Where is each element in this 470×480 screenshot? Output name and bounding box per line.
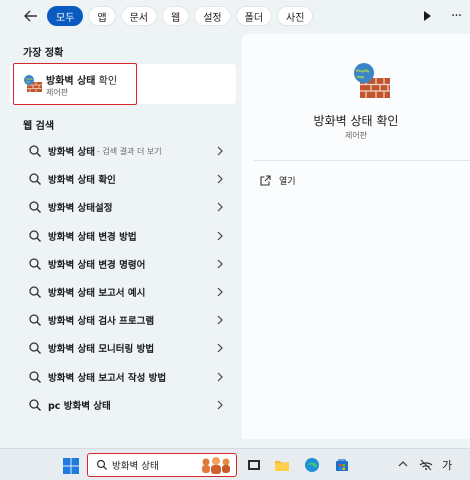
play-icon[interactable] xyxy=(420,9,434,23)
open-external-icon xyxy=(260,175,271,186)
tab-settings[interactable]: 설정 xyxy=(194,6,231,26)
chevron-right-icon xyxy=(217,146,223,156)
chevron-right-icon xyxy=(217,259,223,269)
search-icon xyxy=(29,286,41,299)
chevron-right-icon xyxy=(217,372,223,381)
back-arrow-icon[interactable] xyxy=(20,6,42,26)
chevron-right-icon xyxy=(217,315,223,325)
chevron-right-icon xyxy=(217,400,223,410)
windows-start-icon[interactable] xyxy=(62,457,80,475)
search-highlight-art xyxy=(202,457,230,474)
filter-bar: 모두 앱 문서 웹 설정 폴더 사진 ··· xyxy=(0,0,470,34)
search-icon xyxy=(29,201,41,214)
tab-folders[interactable]: 폴더 xyxy=(235,6,273,26)
divider xyxy=(254,160,470,161)
detail-title: 방화벽 상태 확인 xyxy=(313,114,399,128)
chevron-right-icon xyxy=(217,202,223,212)
chevron-right-icon xyxy=(217,174,223,184)
taskbar-search-box[interactable] xyxy=(87,453,237,477)
task-view-icon[interactable] xyxy=(246,457,262,473)
start-search-panel: 모두 앱 문서 웹 설정 폴더 사진 ··· 가장 정확 방화벽 상태 확인 제… xyxy=(0,0,470,448)
tab-web[interactable]: 웹 xyxy=(162,6,190,26)
network-icon[interactable] xyxy=(418,457,434,473)
chevron-right-icon xyxy=(217,287,223,297)
ime-indicator[interactable]: 가 xyxy=(442,457,452,473)
firewall-icon xyxy=(24,75,42,92)
more-options-icon[interactable]: ··· xyxy=(446,6,466,26)
chevron-right-icon xyxy=(217,343,223,353)
tab-apps[interactable]: 앱 xyxy=(88,6,116,26)
search-icon xyxy=(96,459,108,471)
list-item[interactable]: 방화벽 상태 보고서 예시 xyxy=(14,278,236,306)
list-item[interactable]: 방화벽 상태설정 xyxy=(14,193,236,221)
web-search-results: 방화벽 상태 - 검색 결과 더 보기 방화벽 상태 확인 방화벽 상태설정 방… xyxy=(14,137,236,419)
search-icon xyxy=(29,370,41,383)
search-input[interactable] xyxy=(112,457,202,473)
filter-tabs: 모두 앱 문서 웹 설정 폴더 사진 xyxy=(47,6,314,26)
edge-browser-icon[interactable] xyxy=(304,457,320,473)
list-item[interactable]: 방화벽 상태 모니터링 방법 xyxy=(14,334,236,362)
detail-subtitle: 제어판 xyxy=(344,131,368,140)
firewall-icon xyxy=(354,63,390,98)
list-item[interactable]: 방화벽 상태 변경 명령어 xyxy=(14,250,236,278)
search-icon xyxy=(29,314,41,327)
tab-photos[interactable]: 사진 xyxy=(277,6,314,26)
search-icon xyxy=(29,342,41,355)
search-icon xyxy=(29,399,41,411)
list-item[interactable]: 방화벽 상태 검사 프로그램 xyxy=(14,306,236,334)
file-explorer-icon[interactable] xyxy=(274,457,290,473)
list-item[interactable]: 방화벽 상태 보고서 작성 방법 xyxy=(14,363,236,391)
web-search-heading: 웹 검색 xyxy=(23,121,55,132)
open-action[interactable]: 열기 xyxy=(260,174,296,187)
best-match-subtitle: 제어판 xyxy=(46,88,69,97)
open-label: 열기 xyxy=(279,177,296,187)
chevron-right-icon xyxy=(217,231,223,240)
list-item[interactable]: pc 방화벽 상태 xyxy=(14,391,236,419)
tab-all[interactable]: 모두 xyxy=(47,6,84,26)
tab-documents[interactable]: 문서 xyxy=(120,6,158,26)
chevron-up-icon[interactable] xyxy=(398,459,408,469)
list-item[interactable]: 방화벽 상태 - 검색 결과 더 보기 xyxy=(14,137,236,165)
taskbar: 가 xyxy=(0,448,470,480)
list-item[interactable]: 방화벽 상태 확인 xyxy=(14,165,236,193)
search-icon xyxy=(29,258,41,270)
store-icon[interactable] xyxy=(334,457,350,473)
best-match-title: 방화벽 상태 확인 xyxy=(46,76,118,87)
search-icon xyxy=(29,145,41,158)
list-item[interactable]: 방화벽 상태 변경 방법 xyxy=(14,222,236,250)
search-icon xyxy=(29,230,41,242)
search-icon xyxy=(29,173,41,186)
best-match-heading: 가장 정확 xyxy=(23,48,64,59)
